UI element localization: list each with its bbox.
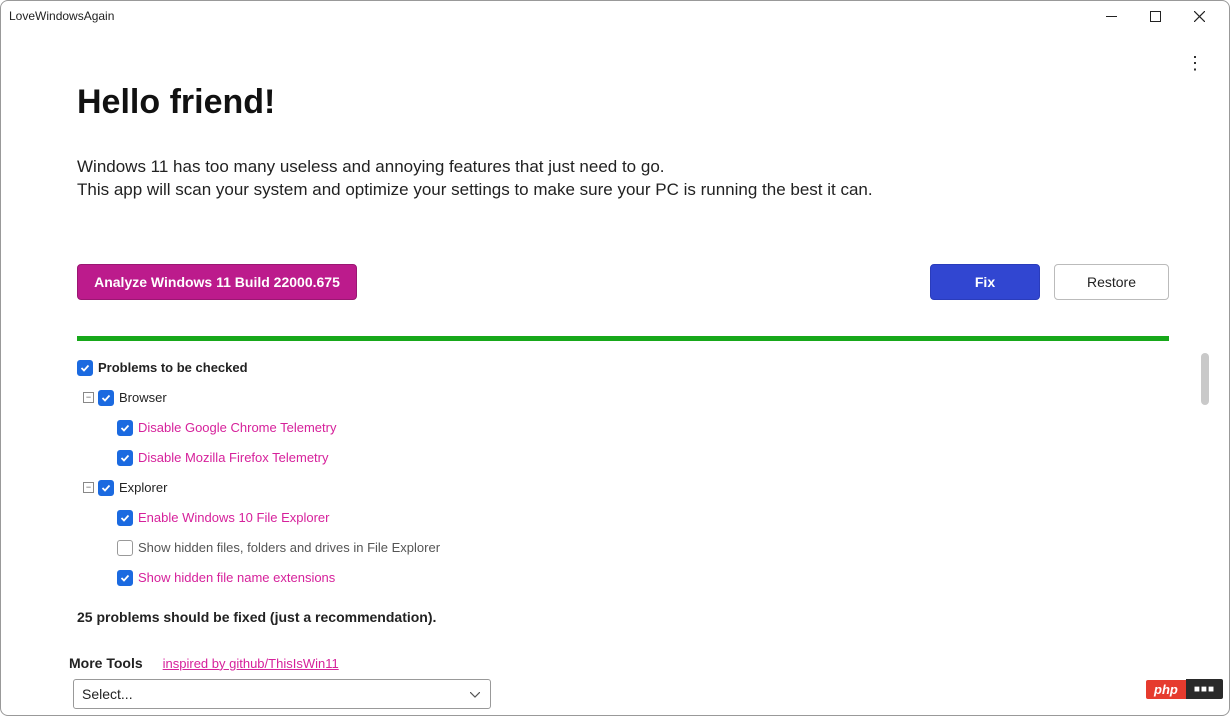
tree-item-label: Show hidden file name extensions	[138, 570, 335, 585]
tree-item[interactable]: Disable Google Chrome Telemetry	[77, 413, 1169, 443]
checkbox-explorer[interactable]	[98, 480, 114, 496]
collapse-icon[interactable]: −	[83, 392, 94, 403]
fix-button[interactable]: Fix	[930, 264, 1040, 300]
close-icon	[1194, 11, 1205, 22]
problems-tree: Problems to be checked − Browser Disable…	[77, 353, 1169, 593]
tree-root[interactable]: Problems to be checked	[77, 353, 1169, 383]
page-title: Hello friend!	[77, 83, 1169, 122]
maximize-button[interactable]	[1133, 1, 1177, 31]
tree-group-label: Explorer	[119, 480, 167, 495]
tree-group-label: Browser	[119, 390, 167, 405]
tree-item[interactable]: Enable Windows 10 File Explorer	[77, 503, 1169, 533]
progress-bar	[77, 336, 1169, 341]
tree-item[interactable]: Show hidden file name extensions	[77, 563, 1169, 593]
badge-right: ■■■	[1186, 679, 1223, 699]
more-tools-label: More Tools	[69, 655, 143, 671]
tree-item[interactable]: Show hidden files, folders and drives in…	[77, 533, 1169, 563]
checkbox-item[interactable]	[117, 570, 133, 586]
minimize-button[interactable]	[1089, 1, 1133, 31]
checkbox-item[interactable]	[117, 420, 133, 436]
checkbox-item[interactable]	[117, 450, 133, 466]
collapse-icon[interactable]: −	[83, 482, 94, 493]
chevron-down-icon	[470, 685, 480, 703]
watermark-badge: php ■■■	[1146, 679, 1223, 699]
analyze-button[interactable]: Analyze Windows 11 Build 22000.675	[77, 264, 357, 300]
tree-item-label: Disable Google Chrome Telemetry	[138, 420, 336, 435]
tree-item[interactable]: Disable Mozilla Firefox Telemetry	[77, 443, 1169, 473]
close-button[interactable]	[1177, 1, 1221, 31]
checkbox-item[interactable]	[117, 510, 133, 526]
checkbox-browser[interactable]	[98, 390, 114, 406]
tree-root-label: Problems to be checked	[98, 360, 248, 375]
desc-line-2: This app will scan your system and optim…	[77, 179, 1169, 202]
badge-left: php	[1146, 680, 1186, 699]
app-window: LoveWindowsAgain ⋮ Hello friend! Windows…	[0, 0, 1230, 716]
status-line: 25 problems should be fixed (just a reco…	[77, 609, 1169, 625]
tree-group-browser[interactable]: − Browser	[77, 383, 1169, 413]
maximize-icon	[1150, 11, 1161, 22]
tree-scrollbar[interactable]	[1201, 353, 1209, 405]
more-tools-select[interactable]: Select...	[73, 679, 491, 709]
titlebar: LoveWindowsAgain	[1, 1, 1229, 31]
window-title: LoveWindowsAgain	[9, 9, 114, 23]
more-tools-row: More Tools inspired by github/ThisIsWin1…	[69, 655, 1169, 671]
action-button-row: Analyze Windows 11 Build 22000.675 Fix R…	[77, 264, 1169, 300]
page-description: Windows 11 has too many useless and anno…	[77, 156, 1169, 202]
tree-group-explorer[interactable]: − Explorer	[77, 473, 1169, 503]
tree-item-label: Disable Mozilla Firefox Telemetry	[138, 450, 329, 465]
tree-item-label: Show hidden files, folders and drives in…	[138, 540, 440, 555]
tree-item-label: Enable Windows 10 File Explorer	[138, 510, 329, 525]
checkbox-root[interactable]	[77, 360, 93, 376]
main-content: Hello friend! Windows 11 has too many us…	[1, 31, 1229, 715]
minimize-icon	[1106, 11, 1117, 22]
select-value: Select...	[82, 686, 133, 702]
window-controls	[1089, 1, 1221, 31]
checkbox-item[interactable]	[117, 540, 133, 556]
restore-button[interactable]: Restore	[1054, 264, 1169, 300]
tree-wrapper: Problems to be checked − Browser Disable…	[77, 353, 1169, 593]
desc-line-1: Windows 11 has too many useless and anno…	[77, 156, 1169, 179]
inspired-link[interactable]: inspired by github/ThisIsWin11	[163, 656, 339, 671]
